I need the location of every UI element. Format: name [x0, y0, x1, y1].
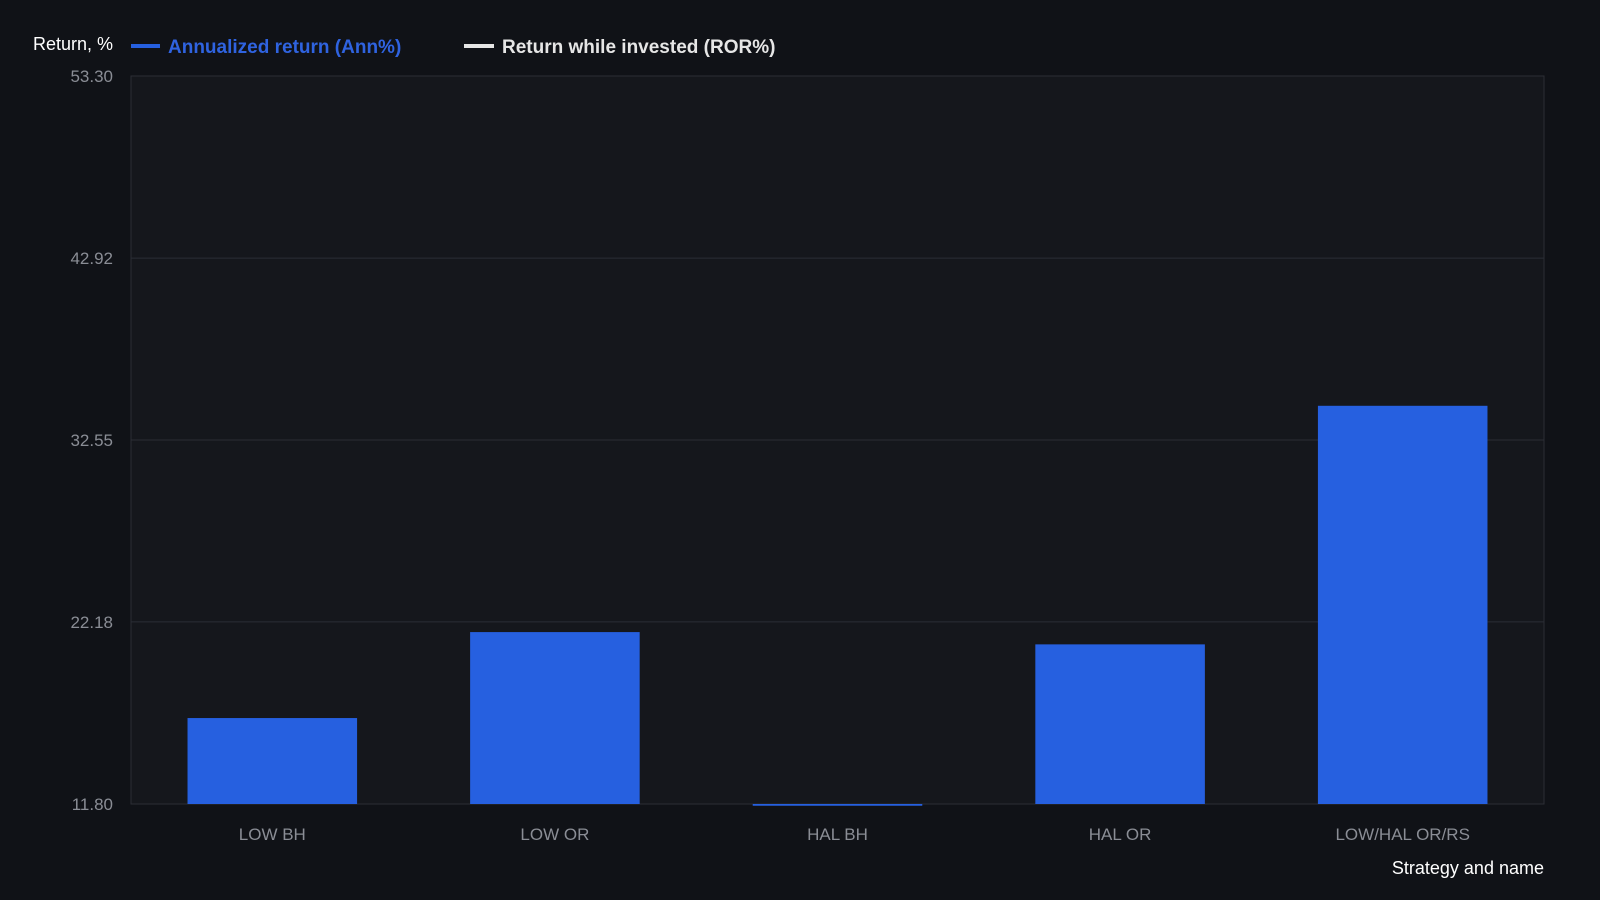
x-tick-label: LOW OR	[520, 825, 589, 844]
bar[interactable]	[752, 804, 923, 806]
legend-label-ann[interactable]: Annualized return (Ann%)	[168, 37, 401, 58]
x-tick-label: HAL BH	[807, 825, 868, 844]
x-tick-label: LOW/HAL OR/RS	[1335, 825, 1469, 844]
y-tick-label: 53.30	[70, 67, 113, 86]
x-axis-ticks: LOW BH LOW OR HAL BH HAL OR LOW/HAL OR/RS	[239, 825, 1470, 844]
y-axis-label: Return, %	[33, 34, 113, 54]
y-tick-label: 32.55	[70, 431, 113, 450]
bar[interactable]	[187, 718, 358, 804]
bar[interactable]	[1035, 644, 1205, 804]
legend: Annualized return (Ann%) Return while in…	[131, 37, 775, 58]
x-tick-label: HAL OR	[1089, 825, 1152, 844]
bar[interactable]	[1317, 405, 1488, 804]
bar[interactable]	[470, 632, 640, 804]
x-axis-label: Strategy and name	[1392, 858, 1544, 878]
y-axis-ticks: 53.30 42.92 32.55 22.18 11.80	[70, 67, 113, 814]
y-tick-label: 11.80	[72, 795, 113, 814]
legend-label-ror[interactable]: Return while invested (ROR%)	[502, 37, 775, 58]
x-tick-label: LOW BH	[239, 825, 306, 844]
bar-chart: 53.30 42.92 32.55 22.18 11.80 LOW BH LOW OR HA…	[33, 34, 1545, 878]
y-tick-label: 22.18	[70, 613, 113, 632]
y-tick-label: 42.92	[70, 249, 113, 268]
